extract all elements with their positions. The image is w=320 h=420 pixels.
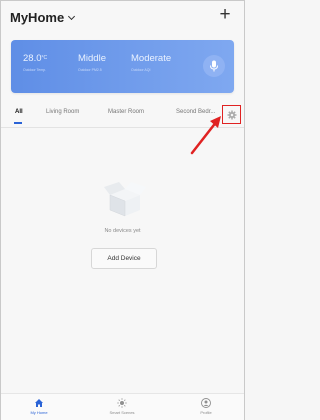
aqi-block: Moderate Outdoor AQI — [131, 53, 171, 73]
temperature-unit: °C — [41, 55, 48, 61]
microphone-glyph — [210, 60, 218, 72]
temperature-block: 28.0°C Outdoor Temp. — [23, 53, 47, 73]
header: MyHome + — [1, 1, 244, 35]
temperature-value: 28.0 — [23, 53, 42, 64]
gear-icon — [227, 110, 236, 119]
tab-master-room[interactable]: Master Room — [108, 109, 144, 115]
nav-label-profile: Profile — [200, 410, 212, 415]
nav-my-home[interactable]: My Home — [14, 398, 64, 415]
pm-block: Middle Outdoor PM2.5 — [78, 53, 106, 73]
user-icon — [201, 398, 211, 408]
tab-all[interactable]: All — [15, 109, 23, 115]
pm-caption: Outdoor PM2.5 — [78, 68, 102, 72]
nav-smart-scenes[interactable]: Smart Scenes — [97, 398, 147, 415]
add-device-button[interactable]: Add Device — [91, 248, 157, 269]
tab-living-room[interactable]: Living Room — [46, 109, 79, 115]
temperature-value-row: 28.0°C — [23, 53, 47, 64]
sun-icon — [117, 398, 127, 408]
microphone-icon[interactable] — [203, 55, 225, 77]
bottom-navigation: My Home Smart Scenes Profile — [1, 393, 244, 420]
chevron-down-icon — [68, 12, 76, 20]
empty-box-icon — [104, 182, 146, 217]
home-name: MyHome — [10, 10, 65, 25]
nav-profile[interactable]: Profile — [181, 398, 231, 415]
nav-label-my-home: My Home — [30, 410, 48, 415]
red-arrow-annotation — [190, 116, 221, 155]
app-frame: MyHome + 28.0°C Outdoor Temp. Middle Out… — [0, 0, 245, 420]
aqi-caption: Outdoor AQI — [131, 68, 151, 72]
aqi-value: Moderate — [131, 53, 172, 64]
active-tab-indicator — [14, 122, 22, 124]
add-button[interactable]: + — [216, 5, 234, 25]
home-icon — [35, 399, 43, 407]
temperature-caption: Outdoor Temp. — [23, 68, 47, 72]
nav-label-smart-scenes: Smart Scenes — [109, 410, 135, 415]
pm-value: Middle — [78, 53, 106, 64]
home-selector[interactable]: MyHome — [10, 10, 76, 25]
empty-state-message: No devices yet — [104, 228, 141, 234]
weather-card: 28.0°C Outdoor Temp. Middle Outdoor PM2.… — [11, 40, 234, 93]
